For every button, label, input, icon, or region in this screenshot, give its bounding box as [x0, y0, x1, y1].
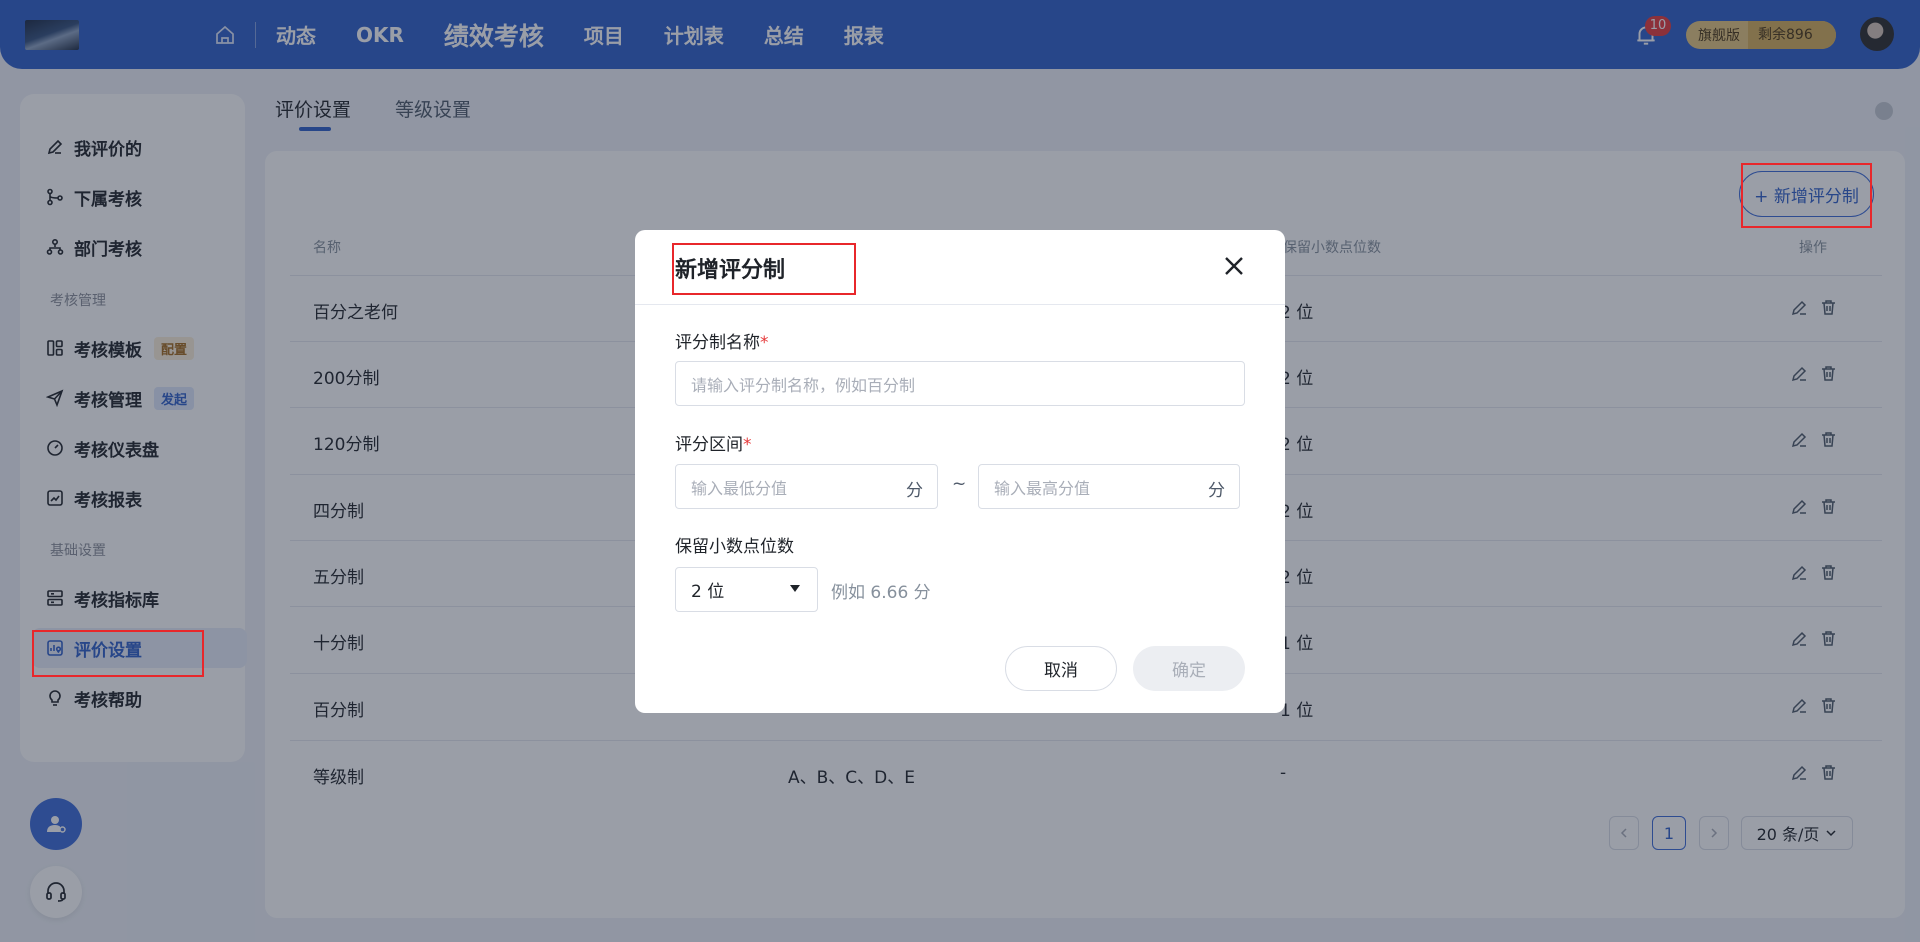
cancel-button[interactable]: 取消	[1005, 646, 1117, 691]
max-score-input[interactable]: 输入最高分值 分	[978, 464, 1240, 509]
decimals-example: 例如 6.66 分	[831, 583, 931, 603]
highlight-box-dialog-title	[672, 243, 856, 295]
decimals-field-label: 保留小数点位数	[675, 537, 794, 557]
dialog-divider	[635, 304, 1285, 305]
decimals-select[interactable]: 2 位	[675, 567, 818, 612]
placeholder: 输入最高分值	[994, 478, 1091, 498]
min-score-input[interactable]: 输入最低分值 分	[675, 464, 938, 509]
label-text: 评分制名称	[675, 333, 760, 353]
placeholder: 请输入评分制名称，例如百分制	[691, 375, 916, 395]
selected-value: 2 位	[691, 582, 725, 602]
confirm-button[interactable]: 确定	[1133, 646, 1245, 691]
highlight-box-add-button	[1741, 163, 1872, 228]
range-separator: ~	[952, 474, 967, 494]
new-scoring-dialog: 新增评分制 评分制名称* 请输入评分制名称，例如百分制 评分区间* 输入最低分值…	[635, 230, 1285, 713]
caret-down-icon	[790, 585, 800, 592]
name-field-label: 评分制名称*	[675, 328, 769, 353]
unit-label: 分	[906, 481, 923, 501]
placeholder: 输入最低分值	[691, 478, 788, 498]
required-mark: *	[743, 435, 752, 455]
close-icon[interactable]	[1220, 252, 1248, 280]
highlight-box-sidebar-eval	[32, 630, 204, 677]
label-text: 评分区间	[675, 435, 743, 455]
range-field-label: 评分区间*	[675, 430, 752, 455]
scoring-name-input[interactable]: 请输入评分制名称，例如百分制	[675, 361, 1245, 406]
required-mark: *	[760, 333, 769, 353]
unit-label: 分	[1208, 481, 1225, 501]
